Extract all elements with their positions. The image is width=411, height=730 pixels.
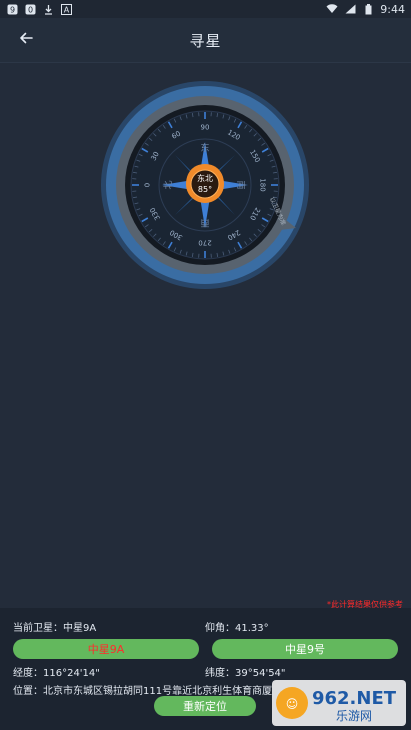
- info-row-coordinates: 经度：116°24'14" 纬度：39°54'54": [0, 660, 411, 680]
- page-title: 寻星: [189, 31, 222, 50]
- download-icon: [42, 3, 54, 15]
- satellite-b-button[interactable]: 中星9号: [212, 639, 398, 659]
- elevation: 仰角：41.33°: [205, 623, 269, 634]
- current-satellite: 当前卫星：中星9A: [13, 623, 97, 634]
- watermark-subtitle: 乐游网: [336, 709, 372, 723]
- app-icon-9: 9: [6, 3, 18, 15]
- degree-label: 270: [198, 239, 211, 247]
- status-bar: 9 0 A 9:44: [0, 0, 411, 18]
- status-time: 9:44: [380, 2, 405, 16]
- text-icon: A: [60, 3, 72, 15]
- compass: 90 120 150 180 210 240 270 300 330 0 30 60 东 南 西 北 …: [100, 80, 310, 290]
- wifi-icon: [326, 3, 338, 15]
- relocate-button[interactable]: 重新定位: [154, 696, 256, 716]
- info-row-satellite: 当前卫星：中星9A 仰角：41.33°: [0, 615, 411, 635]
- degree-label: 0: [144, 183, 152, 187]
- status-left: 9 0 A: [6, 3, 72, 15]
- cardinal-south: 南: [235, 180, 247, 189]
- battery-icon: [362, 3, 374, 15]
- cardinal-east: 东: [200, 142, 209, 154]
- degree-label: 90: [201, 124, 210, 132]
- svg-text:☺: ☺: [286, 697, 299, 711]
- app-icon-0: 0: [24, 3, 36, 15]
- latitude: 纬度：39°54'54": [205, 668, 286, 679]
- degree-label: 180: [259, 178, 267, 191]
- compass-center-badge: 东北 85°: [186, 164, 224, 203]
- center-angle: 85°: [198, 185, 212, 194]
- longitude: 经度：116°24'14": [13, 668, 100, 679]
- app-bar-divider: [0, 62, 411, 63]
- satellite-a-button[interactable]: 中星9A: [13, 639, 199, 659]
- status-right: 9:44: [326, 3, 405, 16]
- svg-text:0: 0: [27, 5, 32, 14]
- svg-text:A: A: [63, 5, 69, 14]
- back-button[interactable]: [12, 24, 40, 52]
- arrow-left-icon: [20, 32, 33, 44]
- cardinal-north: 北: [163, 180, 174, 189]
- center-direction: 东北: [197, 173, 213, 183]
- app-bar: 寻星: [0, 18, 411, 62]
- location: 位置：北京市东城区锡拉胡同111号靠近北京利生体育商厦: [13, 686, 273, 697]
- watermark-brand: 962.NET: [312, 688, 397, 709]
- watermark-logo: ☺ 962.NET 乐游网: [272, 680, 406, 726]
- signal-icon: [344, 3, 356, 15]
- cardinal-west: 西: [200, 217, 209, 228]
- compass-dial: 9012015018021024027030033003060 东 南 西 北 …: [101, 81, 309, 289]
- svg-text:9: 9: [9, 5, 14, 14]
